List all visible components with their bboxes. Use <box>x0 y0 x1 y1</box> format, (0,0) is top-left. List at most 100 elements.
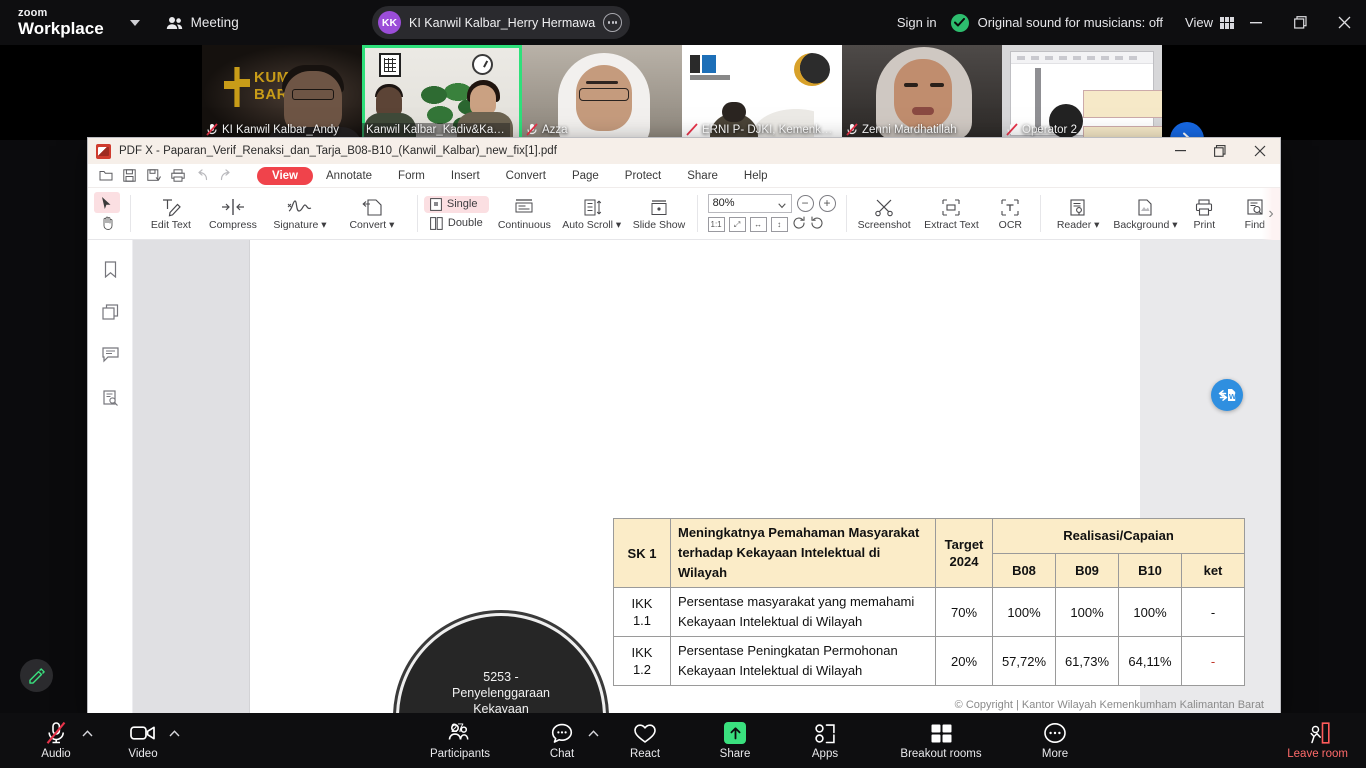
bookmark-icon[interactable] <box>99 258 121 280</box>
edit-text-button[interactable]: Edit Text <box>140 188 202 239</box>
actual-size-button[interactable]: 1:1 <box>708 217 725 232</box>
ocr-button[interactable]: OCR <box>985 188 1035 239</box>
apps-button[interactable]: Apps <box>803 721 847 760</box>
video-tile[interactable]: Azza <box>522 45 682 140</box>
window-maximize-button[interactable] <box>1278 0 1322 45</box>
tab-form[interactable]: Form <box>385 167 438 185</box>
slide-show-button[interactable]: Slide Show <box>625 188 692 239</box>
undo-icon[interactable] <box>192 166 211 185</box>
screenshot-button[interactable]: Screenshot <box>851 188 918 239</box>
page-thumbnails-icon[interactable] <box>99 301 121 323</box>
signature-panel-icon[interactable] <box>99 387 121 409</box>
pdf-minimize-button[interactable] <box>1160 138 1200 164</box>
sign-in-button[interactable]: Sign in <box>897 15 937 30</box>
window-close-button[interactable] <box>1322 0 1366 45</box>
tab-insert[interactable]: Insert <box>438 167 493 185</box>
row-b10: 64,11% <box>1119 637 1182 686</box>
zoom-level-select[interactable]: 80% <box>708 194 792 213</box>
fit-width-button[interactable]: ↔ <box>750 217 767 232</box>
original-sound-label: Original sound for musicians: off <box>978 15 1163 30</box>
extract-text-button[interactable]: Extract Text <box>918 188 985 239</box>
chat-options-caret-icon[interactable] <box>588 729 599 739</box>
rotate-left-button[interactable] <box>810 216 824 234</box>
breakout-rooms-button[interactable]: Breakout rooms <box>893 721 989 760</box>
print-label: Print <box>1194 220 1216 231</box>
print-button[interactable]: Print <box>1179 188 1229 239</box>
brow-shape <box>586 81 618 84</box>
pdf-close-button[interactable] <box>1240 138 1280 164</box>
table-row: IKK 1.1 Persentase masyarakat yang memah… <box>614 588 1245 637</box>
annotate-fab-button[interactable] <box>20 659 53 692</box>
row-target: 70% <box>936 588 993 637</box>
video-tile[interactable]: ERNI P- DJKI, Kemenk… <box>682 45 842 140</box>
tab-help[interactable]: Help <box>731 167 781 185</box>
video-label: Video <box>128 748 157 760</box>
fit-page-button[interactable]: ⤢ <box>729 217 746 232</box>
continuous-view-button[interactable]: Continuous <box>491 188 558 239</box>
rotate-right-button[interactable] <box>792 216 806 234</box>
microphone-muted-icon <box>206 123 218 136</box>
participant-name: ERNI P- DJKI, Kemenk… <box>702 124 832 136</box>
tab-share[interactable]: Share <box>674 167 731 185</box>
audio-button[interactable]: Audio <box>36 721 76 760</box>
video-options-caret-icon[interactable] <box>169 729 180 739</box>
video-button[interactable]: Video <box>123 721 163 760</box>
canvas-gutter-light <box>133 240 250 713</box>
chevron-down-icon[interactable] <box>130 20 140 26</box>
video-tile[interactable]: Operator 2 <box>1002 45 1162 140</box>
compress-button[interactable]: Compress <box>202 188 264 239</box>
hand-tool-button[interactable] <box>100 216 115 235</box>
meeting-tab[interactable]: Meeting <box>166 15 239 30</box>
original-sound-status[interactable]: Original sound for musicians: off <box>951 14 1163 32</box>
row-b09: 100% <box>1056 588 1119 637</box>
signature-button[interactable]: Signature ▾ <box>264 188 336 239</box>
double-page-view-button[interactable]: Double <box>424 215 489 232</box>
fit-height-button[interactable]: ↕ <box>771 217 788 232</box>
tab-view[interactable]: View <box>257 167 313 185</box>
tab-convert[interactable]: Convert <box>493 167 559 185</box>
pdf-restore-button[interactable] <box>1200 138 1240 164</box>
tab-annotate[interactable]: Annotate <box>313 167 385 185</box>
convert-button[interactable]: Convert ▾ <box>336 188 408 239</box>
zoom-in-button[interactable]: + <box>819 195 836 212</box>
sk-label-cell: SK 1 <box>614 519 671 588</box>
convert-to-word-icon[interactable]: W <box>1211 379 1243 411</box>
audio-options-caret-icon[interactable] <box>82 729 93 739</box>
video-tile[interactable]: Zenni Mardhatillah <box>842 45 1002 140</box>
participants-button[interactable]: 27 Participants <box>424 721 496 760</box>
comments-icon[interactable] <box>99 344 121 366</box>
video-tile-active[interactable]: Kanwil Kalbar_Kadiv&Ka… <box>362 45 522 140</box>
table-header-row: SK 1 Meningkatnya Pemahaman Masyarakat t… <box>614 519 1245 554</box>
row-b10: 100% <box>1119 588 1182 637</box>
chat-button[interactable]: Chat <box>542 721 582 760</box>
reader-button[interactable]: Reader ▾ <box>1045 188 1112 239</box>
react-button[interactable]: React <box>623 721 667 760</box>
auto-scroll-button[interactable]: Auto Scroll ▾ <box>558 188 625 239</box>
select-tool-button[interactable] <box>94 192 120 213</box>
video-tile[interactable]: KUMBAR KI Kanwil Kalbar_Andy <box>202 45 362 140</box>
pdf-page-canvas[interactable]: 5253 -PenyelenggaraanKekayaanIntelektual… <box>133 240 1280 713</box>
zoom-out-button[interactable]: − <box>797 195 814 212</box>
tab-protect[interactable]: Protect <box>612 167 674 185</box>
redo-icon[interactable] <box>216 166 235 185</box>
background-button[interactable]: Background ▾ <box>1112 188 1179 239</box>
save-icon[interactable] <box>120 166 139 185</box>
active-meeting-pill[interactable]: KK KI Kanwil Kalbar_Herry Hermawa <box>372 6 630 39</box>
view-button[interactable]: View <box>1185 15 1234 30</box>
toolbar-overflow-button[interactable]: › <box>1262 188 1280 240</box>
open-folder-icon[interactable] <box>96 166 115 185</box>
pdf-menu-bar: View Annotate Form Insert Convert Page P… <box>88 164 1280 188</box>
single-page-view-button[interactable]: Single <box>424 196 489 213</box>
leave-room-button[interactable]: Leave room <box>1287 721 1348 760</box>
print-icon[interactable] <box>168 166 187 185</box>
video-tiles: KUMBAR KI Kanwil Kalbar_Andy <box>202 45 1162 140</box>
save-as-icon[interactable] <box>144 166 163 185</box>
more-button[interactable]: More <box>1033 721 1077 760</box>
tab-page[interactable]: Page <box>559 167 612 185</box>
share-screen-button[interactable]: Share <box>713 721 757 760</box>
participant-name: Azza <box>542 124 568 136</box>
heart-icon <box>633 721 657 745</box>
more-options-icon[interactable] <box>603 13 622 32</box>
pencil-annotate-icon <box>27 666 46 685</box>
window-minimize-button[interactable] <box>1234 0 1278 45</box>
